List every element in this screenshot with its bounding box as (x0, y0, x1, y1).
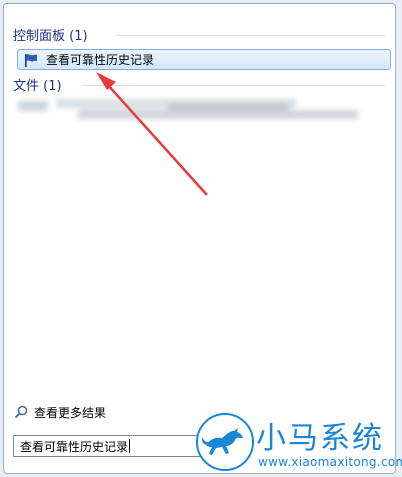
search-input[interactable]: 查看可靠性历史记录 (13, 435, 203, 457)
see-more-results-label: 查看更多结果 (34, 406, 107, 420)
watermark-brand: 小马系统 (256, 421, 384, 456)
watermark-url: www.xiaomaxitong.com (258, 455, 402, 469)
horse-logo-icon (196, 413, 254, 471)
search-icon (14, 405, 30, 421)
watermark-logo: 小马系统 www.xiaomaxitong.com (196, 407, 402, 477)
text-caret (129, 439, 131, 453)
start-menu-search-panel: 控制面板 (1) 查看可靠性历史记录 文件 (1) 查看更多结果 查看可靠性历史… (3, 3, 396, 474)
search-input-value: 查看可靠性历史记录 (20, 439, 129, 454)
see-more-results-link[interactable]: 查看更多结果 (14, 404, 106, 421)
